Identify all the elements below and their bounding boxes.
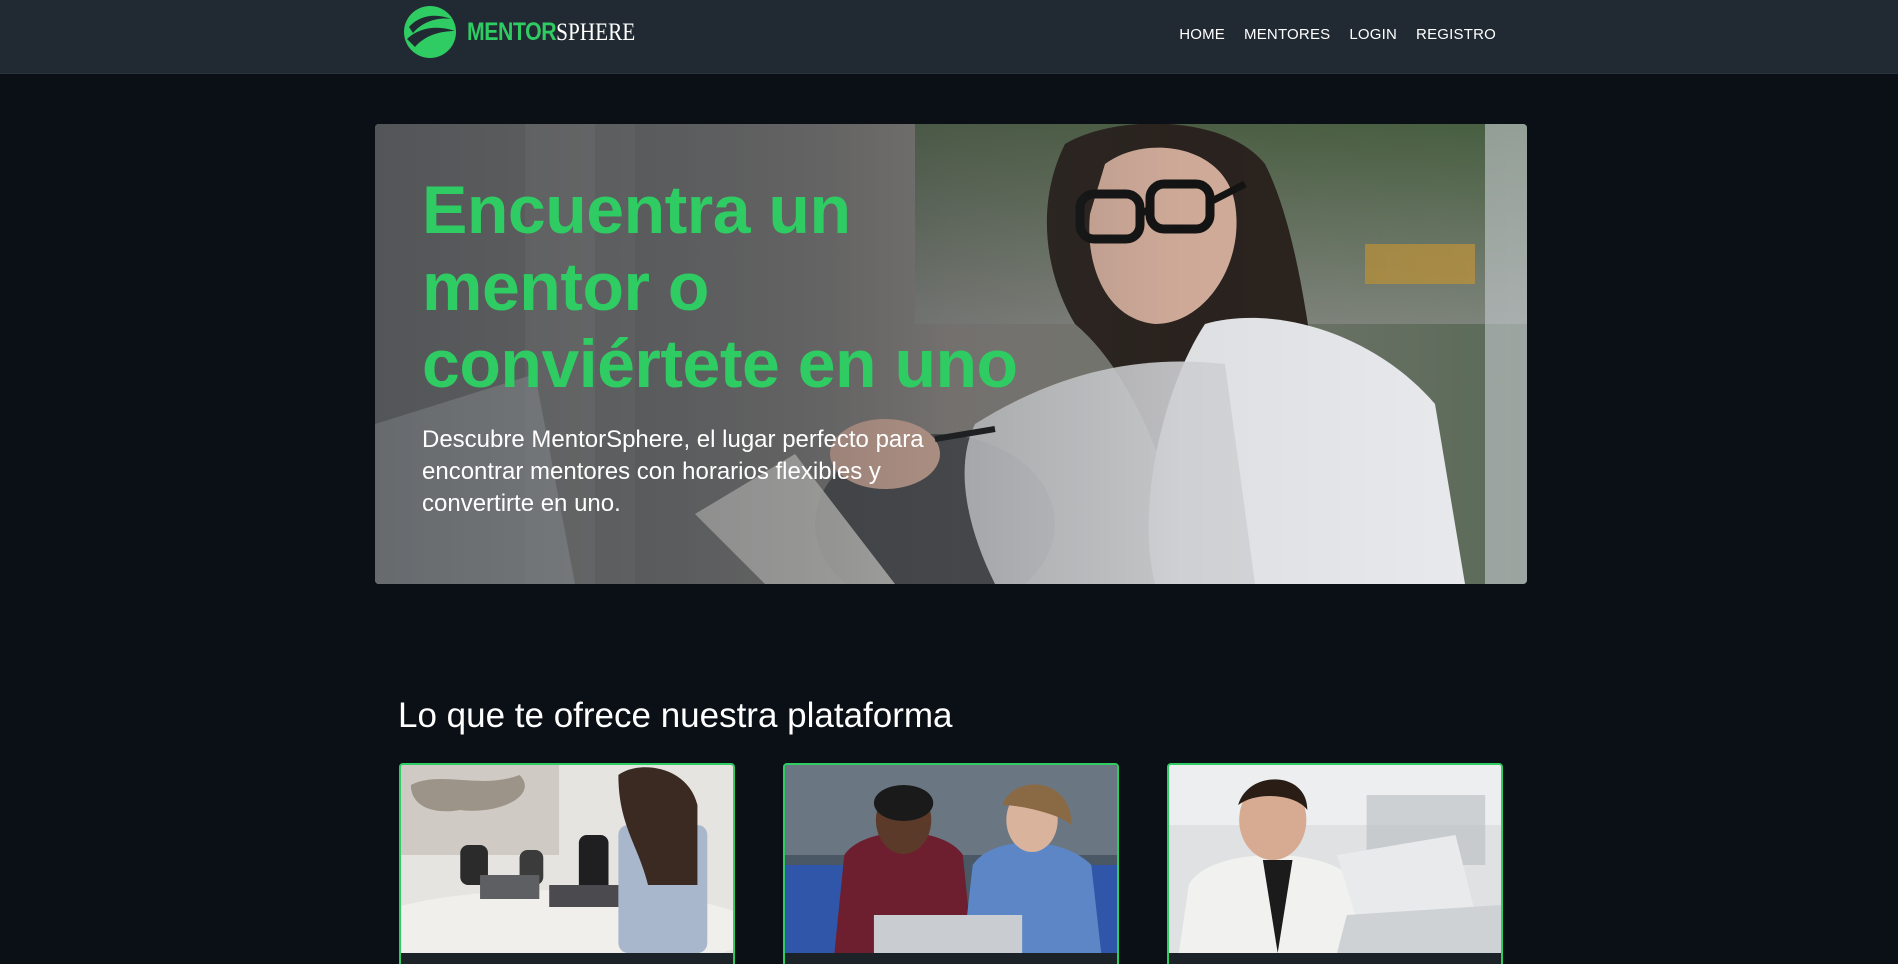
card-photo-two-colleagues [785,765,1117,953]
hero-title: Encuentra un mentor o conviértete en uno [422,172,1018,402]
navbar: MENTORSPHERE HOME MENTORES LOGIN REGISTR… [0,0,1898,74]
features-title: Lo que te ofrece nuestra plataforma [398,696,953,735]
nav-link-login[interactable]: LOGIN [1349,26,1397,43]
feature-card[interactable] [1167,763,1503,964]
nav-link-registro[interactable]: REGISTRO [1416,26,1496,43]
nav-links: HOME MENTORES LOGIN REGISTRO [1179,0,1496,68]
nav-link-home[interactable]: HOME [1179,26,1225,43]
card-photo-team-meeting [401,765,733,953]
hero-banner: Encuentra un mentor o conviértete en uno… [375,124,1527,584]
brand-logo-link[interactable]: MENTORSPHERE [403,5,665,59]
brand-name: MENTORSPHERE [467,18,635,47]
feature-card[interactable] [783,763,1119,964]
sphere-logo-icon [404,6,456,58]
hero-subtitle: Descubre MentorSphere, el lugar perfecto… [422,426,924,517]
feature-card[interactable] [399,763,735,964]
nav-link-mentores[interactable]: MENTORES [1244,26,1330,43]
brand-name-strong: MENTOR [467,17,557,46]
brand-name-light: SPHERE [556,18,636,46]
card-photo-man-laptop [1169,765,1501,953]
